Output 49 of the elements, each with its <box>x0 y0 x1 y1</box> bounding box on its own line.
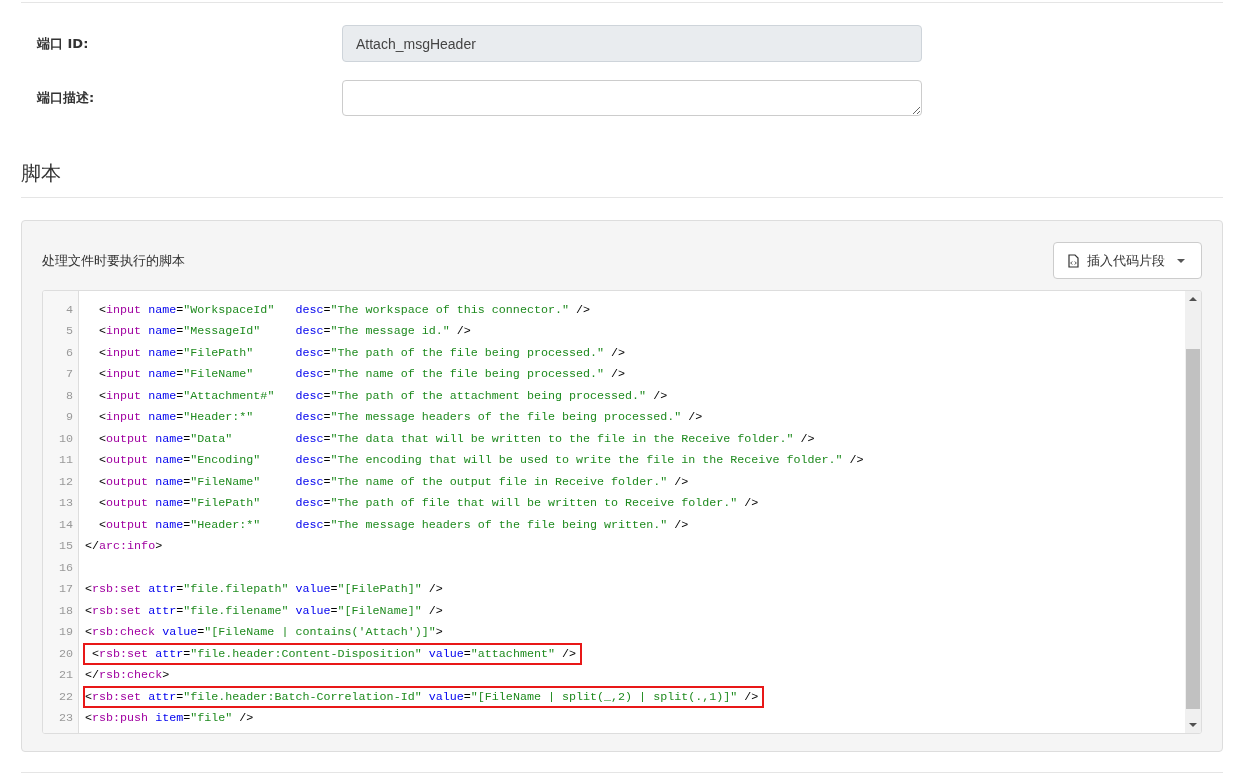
field-label: 端口描述: <box>37 89 96 107</box>
code-line: <output name="Encoding" desc="The encoding that will be used to write the file in the Receive folder." /> <box>98 452 865 470</box>
code-line: <output name="FilePath" desc="The path of file that will be written to Receive folder." /> <box>98 495 760 513</box>
line-number: 15 <box>57 539 74 554</box>
line-number: 5 <box>65 324 74 339</box>
scroll-up-icon[interactable] <box>1189 297 1197 301</box>
field-label: 端口 ID: <box>37 34 90 53</box>
line-number: 23 <box>57 711 74 726</box>
line-number: 12 <box>57 474 74 489</box>
line-number: 17 <box>57 582 74 597</box>
code-line: <input name="WorkspaceId" desc="The workspace of this connector." /> <box>98 301 592 319</box>
line-number: 20 <box>57 646 74 661</box>
line-number: 6 <box>65 345 74 360</box>
code-line: <rsb:check value="[FileName | contains('Attach')]"> <box>84 624 444 642</box>
code-line: <input name="FilePath" desc="The path of the file being processed." /> <box>98 344 627 362</box>
line-number: 19 <box>57 625 74 640</box>
scroll-down-icon[interactable] <box>1189 723 1197 727</box>
line-number: 18 <box>57 603 74 618</box>
textarea-field[interactable] <box>342 80 922 116</box>
scrollbar[interactable] <box>1185 291 1201 733</box>
code-line: <output name="Data" desc="The data that will be written to the file in the Receive folder." /> <box>98 430 816 448</box>
line-number: 16 <box>57 560 74 575</box>
line-number: 11 <box>57 453 74 468</box>
line-number: 10 <box>57 431 74 446</box>
caret-icon <box>1177 258 1185 263</box>
code-line: <output name="Header:*" desc="The message headers of the file being written." /> <box>98 516 690 534</box>
code-line: <input name="FileName" desc="The name of the file being processed." /> <box>98 366 627 384</box>
file-code-icon <box>1068 253 1079 268</box>
insert-snippet-button[interactable]: 插入代码片段 <box>1053 242 1202 279</box>
line-number: 7 <box>65 367 74 382</box>
line-number: 22 <box>57 689 74 704</box>
code-line: <rsb:push item="file" /> <box>84 710 255 728</box>
line-number: 9 <box>65 410 74 425</box>
code-editor[interactable] <box>42 290 1202 734</box>
line-number: 8 <box>65 388 74 403</box>
line-number: 14 <box>57 517 74 532</box>
section-title: 脚本 <box>21 160 62 187</box>
panel-caption: 处理文件时要执行的脚本 <box>42 251 185 270</box>
code-line: <rsb:set attr="file.filepath" value="[FilePath]" /> <box>84 581 444 599</box>
code-line: <input name="Attachment#" desc="The path of the attachment being processed." /> <box>98 387 669 405</box>
code-line: <input name="Header:*" desc="The message headers of the file being processed." /> <box>98 409 704 427</box>
line-number: 13 <box>57 496 74 511</box>
code-line: <rsb:set attr="file.filename" value="[FileName]" /> <box>84 602 444 620</box>
code-line: <input name="MessageId" desc="The message id." /> <box>98 323 472 341</box>
code-line: <output name="FileName" desc="The name of the output file in Receive folder." /> <box>98 473 690 491</box>
code-line: </rsb:check> <box>84 667 171 685</box>
line-number: 4 <box>65 302 74 317</box>
line-number: 21 <box>57 668 74 683</box>
code-line: </arc:info> <box>84 538 164 556</box>
